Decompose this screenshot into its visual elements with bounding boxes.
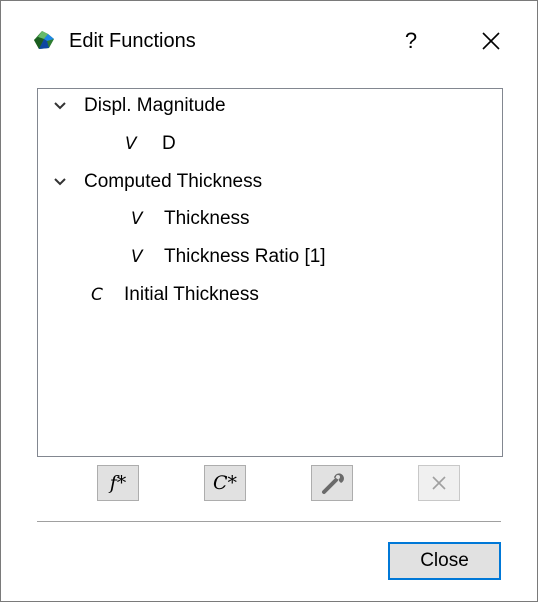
variable-type-tag: V: [125, 134, 137, 154]
new-constant-button[interactable]: C*: [204, 465, 246, 501]
title-bar[interactable]: Edit Functions ?: [1, 1, 537, 79]
edit-function-button[interactable]: [311, 465, 353, 501]
help-button[interactable]: ?: [387, 19, 435, 63]
function-icon: f*: [109, 472, 127, 494]
tree-item-thickness[interactable]: V Thickness: [38, 202, 500, 238]
tree-item-thickness-ratio[interactable]: V Thickness Ratio [1]: [38, 240, 500, 276]
tree-item-label: Thickness: [164, 208, 250, 229]
new-function-button[interactable]: f*: [97, 465, 139, 501]
wrench-icon: [322, 473, 344, 494]
footer-separator: [37, 521, 501, 522]
delete-function-button[interactable]: [418, 465, 460, 501]
dialog-title: Edit Functions: [69, 30, 196, 52]
tree-item-initial-thickness[interactable]: C Initial Thickness: [38, 278, 500, 314]
tree-item-label: Initial Thickness: [124, 284, 259, 305]
delete-x-icon: [432, 476, 446, 490]
close-icon: [482, 32, 500, 50]
tree-item-d[interactable]: V D: [38, 127, 500, 163]
tree-item-computed-thickness[interactable]: Computed Thickness: [38, 165, 500, 201]
chevron-down-icon[interactable]: [52, 99, 68, 113]
tree-item-label: D: [162, 133, 176, 154]
functions-tree[interactable]: Displ. Magnitude V D Computed Thickness …: [37, 88, 503, 457]
tree-item-displ-magnitude[interactable]: Displ. Magnitude: [38, 89, 500, 125]
chevron-down-icon[interactable]: [52, 175, 68, 189]
tree-item-label: Displ. Magnitude: [84, 95, 226, 116]
app-logo-icon: [34, 31, 54, 49]
variable-type-tag: V: [131, 247, 143, 267]
edit-functions-dialog: Edit Functions ? Displ. Magnitude V D Co…: [0, 0, 538, 602]
tree-item-label: Computed Thickness: [84, 171, 263, 192]
window-close-button[interactable]: [463, 19, 519, 63]
tree-item-label: Thickness Ratio [1]: [164, 246, 326, 267]
close-button[interactable]: Close: [388, 542, 501, 580]
constant-icon: C*: [212, 472, 238, 494]
variable-type-tag: V: [131, 209, 143, 229]
constant-type-tag: C: [91, 285, 103, 305]
